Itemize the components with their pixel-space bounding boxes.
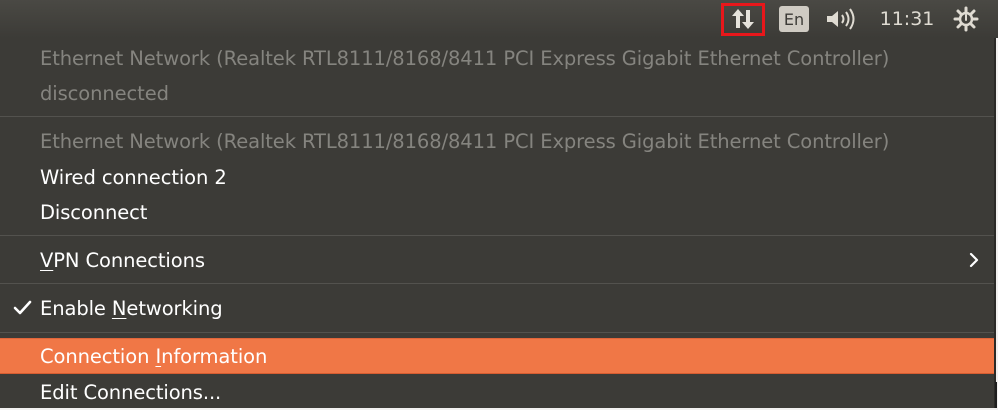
- connection-information-text-after: nformation: [161, 344, 268, 368]
- enable-networking-text-after: etworking: [126, 296, 223, 320]
- connection-information-text-before: Connection: [40, 344, 156, 368]
- speaker-volume-icon: [827, 8, 855, 30]
- vpn-connections-label: VPN Connections: [40, 249, 205, 272]
- enable-networking-text-before: Enable: [40, 296, 112, 320]
- enable-networking-label: Enable Networking: [40, 297, 223, 320]
- wired-connection-2-item[interactable]: Wired connection 2: [0, 159, 994, 195]
- disconnect-label: Disconnect: [40, 200, 148, 224]
- vpn-connections-item[interactable]: VPN Connections: [0, 242, 994, 278]
- network-indicator-highlight: [721, 2, 765, 36]
- ethernet-network-1-title: Ethernet Network (Realtek RTL8111/8168/8…: [40, 46, 890, 70]
- vpn-label-rest: PN Connections: [53, 248, 205, 272]
- network-indicator[interactable]: [718, 0, 768, 38]
- checkmark-icon: [13, 290, 33, 326]
- top-panel: En 11:31: [0, 0, 998, 38]
- enable-networking-mnemonic: N: [111, 296, 127, 320]
- keyboard-language-indicator[interactable]: En: [776, 0, 812, 38]
- gear-power-icon: [953, 6, 979, 32]
- volume-indicator[interactable]: [822, 0, 862, 38]
- ethernet-network-2-header: Ethernet Network (Realtek RTL8111/8168/8…: [0, 123, 994, 159]
- chevron-right-icon: [968, 242, 980, 278]
- menu-separator: [0, 235, 994, 236]
- ethernet-network-1-header: Ethernet Network (Realtek RTL8111/8168/8…: [0, 40, 994, 76]
- screen-edge-mark: [995, 382, 997, 408]
- network-updown-icon: [732, 9, 754, 29]
- edit-connections-label: Edit Connections...: [40, 380, 222, 404]
- ethernet-network-1-status-label: disconnected: [40, 81, 169, 105]
- menu-separator: [0, 116, 994, 117]
- ethernet-network-1-status: disconnected: [0, 75, 994, 111]
- language-badge: En: [779, 6, 809, 32]
- enable-networking-item[interactable]: Enable Networking: [0, 290, 994, 326]
- network-menu: Ethernet Network (Realtek RTL8111/8168/8…: [0, 38, 996, 408]
- menu-separator: [0, 332, 994, 333]
- edit-connections-item[interactable]: Edit Connections...: [0, 374, 994, 410]
- vpn-mnemonic: V: [40, 248, 54, 272]
- system-menu-indicator[interactable]: [948, 0, 984, 38]
- menu-separator: [0, 283, 994, 284]
- wired-connection-2-label: Wired connection 2: [40, 165, 227, 189]
- ethernet-network-2-title: Ethernet Network (Realtek RTL8111/8168/8…: [40, 129, 890, 153]
- disconnect-item[interactable]: Disconnect: [0, 194, 994, 230]
- connection-information-item[interactable]: Connection Information: [0, 338, 994, 374]
- connection-information-label: Connection Information: [40, 345, 267, 368]
- clock-indicator[interactable]: 11:31: [872, 0, 942, 38]
